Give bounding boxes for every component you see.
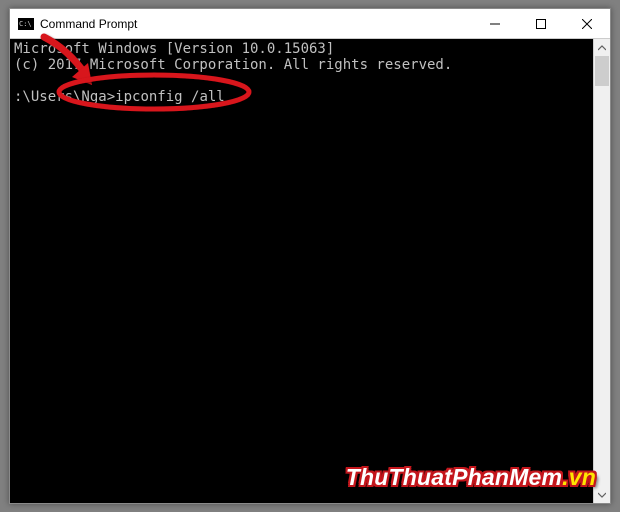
chevron-up-icon — [598, 45, 606, 51]
scroll-down-button[interactable] — [594, 486, 610, 503]
console-command: ipconfig /all — [115, 89, 225, 105]
scroll-thumb[interactable] — [595, 56, 609, 86]
minimize-icon — [490, 19, 500, 29]
window-controls — [472, 9, 610, 38]
window-title: Command Prompt — [40, 17, 472, 31]
command-prompt-window: Command Prompt Microsoft Windows [Versio… — [9, 8, 611, 504]
console-line: (c) 2017 Microsoft Corporation. All righ… — [14, 57, 452, 73]
client-area: Microsoft Windows [Version 10.0.15063] (… — [10, 39, 610, 503]
watermark-main: ThuThuatPhanMem — [346, 464, 562, 490]
close-button[interactable] — [564, 9, 610, 38]
scroll-track[interactable] — [594, 56, 610, 486]
console-output[interactable]: Microsoft Windows [Version 10.0.15063] (… — [10, 39, 593, 503]
titlebar[interactable]: Command Prompt — [10, 9, 610, 39]
cmd-icon — [18, 18, 34, 30]
minimize-button[interactable] — [472, 9, 518, 38]
console-prompt: :\Users\Nga> — [14, 89, 115, 105]
vertical-scrollbar[interactable] — [593, 39, 610, 503]
watermark-suffix: .vn — [562, 464, 596, 490]
chevron-down-icon — [598, 492, 606, 498]
console-line: Microsoft Windows [Version 10.0.15063] — [14, 41, 334, 57]
scroll-up-button[interactable] — [594, 39, 610, 56]
close-icon — [582, 19, 592, 29]
maximize-button[interactable] — [518, 9, 564, 38]
watermark: ThuThuatPhanMem.vn — [346, 464, 596, 491]
maximize-icon — [536, 19, 546, 29]
